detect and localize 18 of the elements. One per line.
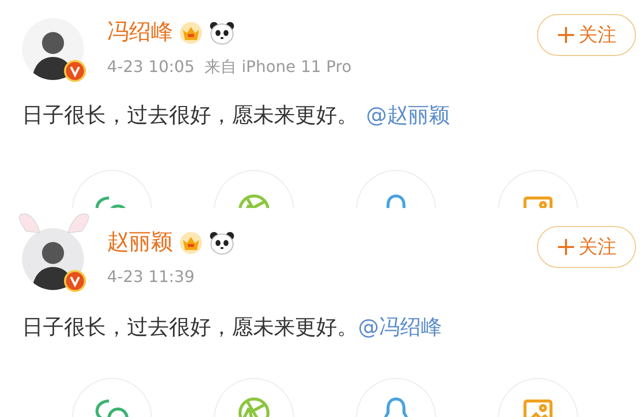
mention-link[interactable]: @冯绍峰 [358,315,442,339]
panda-icon [209,21,235,45]
post-text: 日子很长，过去很好，愿未来更好。@冯绍峰 [22,314,443,341]
author-name[interactable]: 冯绍峰 [107,19,173,47]
author-name[interactable]: 赵丽颖 [107,229,173,257]
panda-icon [209,231,235,255]
follow-button[interactable]: 关注 [537,14,636,56]
post-text: 日子很长，过去很好，愿未来更好。 @赵丽颖 [22,102,451,129]
post-time: 4-23 11:39 [107,267,195,286]
crown-icon [179,21,203,45]
post-time: 4-23 10:05 [107,57,195,78]
crown-icon [179,231,203,255]
plus-icon [556,238,574,256]
follow-button[interactable]: 关注 [537,226,636,268]
post-source: 来自 iPhone 11 Pro [204,57,352,78]
plus-icon [556,26,574,44]
mention-link[interactable]: @赵丽颖 [366,103,450,127]
avatar-icon [22,228,84,290]
